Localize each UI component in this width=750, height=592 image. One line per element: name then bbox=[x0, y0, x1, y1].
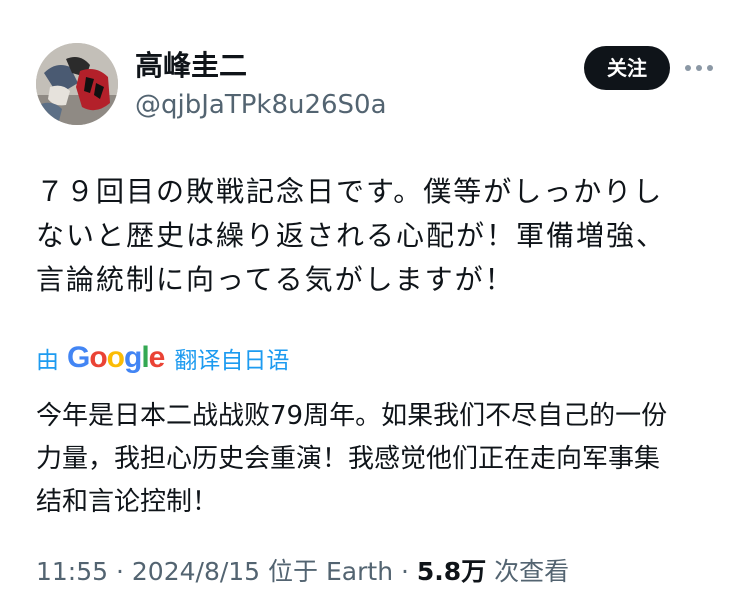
translation-source-label: 翻译自日语 bbox=[174, 348, 290, 374]
author-display-name[interactable]: 高峰圭二 bbox=[135, 48, 247, 84]
author-handle[interactable]: @qjbJaTPk8u26S0a bbox=[135, 88, 387, 122]
more-options-button[interactable] bbox=[682, 54, 716, 82]
tweet-metadata: 11:55 · 2024/8/15 位于 Earth · 5.8万 次查看 bbox=[36, 552, 569, 592]
views-count: 5.8万 bbox=[416, 557, 487, 586]
tweet-location: 位于 Earth bbox=[268, 557, 394, 586]
translation-attribution[interactable]: 由 Google 翻译自日语 bbox=[36, 338, 289, 378]
follow-button[interactable]: 关注 bbox=[584, 46, 670, 90]
tweet-date[interactable]: 2024/8/15 bbox=[132, 557, 260, 586]
tweet-time[interactable]: 11:55 bbox=[36, 557, 108, 586]
avatar[interactable] bbox=[36, 43, 118, 125]
translation-by-label: 由 bbox=[36, 348, 59, 374]
more-horizontal-icon bbox=[685, 65, 713, 71]
views-label: 次查看 bbox=[494, 557, 570, 586]
google-logo: Google bbox=[67, 341, 165, 374]
meta-separator: · bbox=[401, 557, 409, 586]
meta-separator: · bbox=[116, 557, 124, 586]
avatar-image bbox=[36, 43, 118, 125]
tweet-text: ７９回目の敗戦記念日です。僕等がしっかりし ないと歴史は繰り返される心配が！軍備… bbox=[36, 175, 667, 296]
translated-text: 今年是日本二战战败79周年。如果我们不尽自己的一份 力量，我担心历史会重演！我感… bbox=[36, 401, 668, 517]
